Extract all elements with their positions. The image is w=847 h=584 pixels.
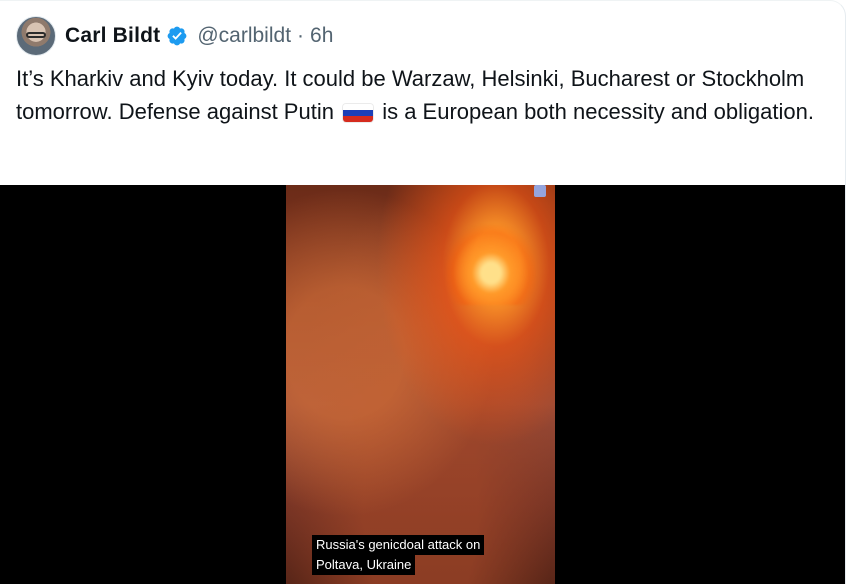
tweet-header: Carl Bildt @carlbildt · 6h — [16, 15, 333, 57]
video-frame[interactable] — [286, 185, 555, 584]
tweet-text-part2: is a European both necessity and obligat… — [382, 98, 814, 124]
russia-flag-icon — [343, 103, 374, 122]
caption-line-2: Poltava, Ukraine — [312, 555, 416, 575]
light-graphic — [534, 185, 546, 197]
video-player[interactable] — [0, 185, 845, 584]
fire-graphic — [446, 225, 536, 305]
tweet-card[interactable]: Carl Bildt @carlbildt · 6h It’s Kharkiv … — [0, 0, 846, 584]
video-caption: Russia's genicdoal attack on Poltava, Uk… — [312, 535, 485, 575]
meta-separator: · — [297, 24, 305, 47]
avatar[interactable] — [16, 16, 56, 56]
caption-line-1: Russia's genicdoal attack on — [312, 535, 485, 555]
author-name[interactable]: Carl Bildt — [65, 24, 160, 48]
avatar-glasses-graphic — [26, 32, 46, 38]
timestamp-link[interactable]: 6h — [310, 24, 333, 48]
verified-badge-icon — [167, 26, 187, 46]
author-handle[interactable]: @carlbildt — [197, 24, 291, 48]
tweet-text: It’s Kharkiv and Kyiv today. It could be… — [16, 63, 816, 128]
